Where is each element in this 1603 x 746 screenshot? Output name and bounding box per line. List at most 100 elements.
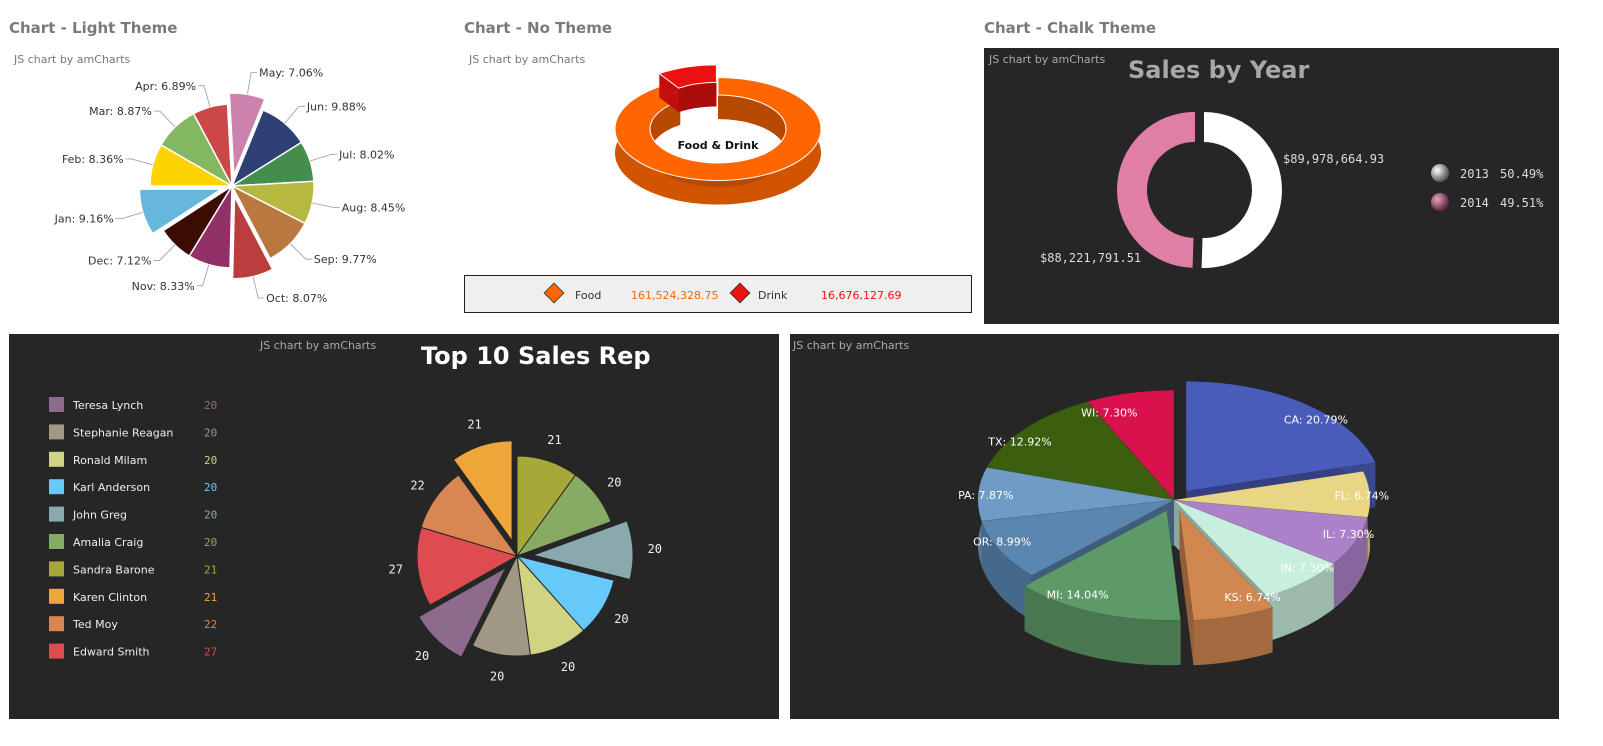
leader-line [309,153,338,162]
slice-label: MI: 14.04% [1047,588,1109,601]
leader-line [198,85,211,108]
legend-name[interactable]: Sandra Barone [73,563,155,576]
legend-drink-label[interactable]: Drink [758,289,787,302]
slice-label: Dec: 7.12% [88,255,151,268]
legend-name[interactable]: Ted Moy [72,618,118,631]
slice-label: Oct: 8.07% [266,292,327,305]
panel-sales-by-year: JS chart by amCharts Sales by Year $89,9… [984,48,1559,324]
leader-line [247,72,258,95]
slice-2014[interactable] [1117,111,1196,268]
slice-label: KS: 6.74% [1224,591,1280,604]
legend-value: 20 [204,509,217,522]
legend-swatch[interactable] [49,451,64,467]
slice-label: Feb: 8.36% [62,153,124,166]
panel-food-drink: JS chart by amCharts Food & Drink Food 1… [455,40,980,320]
slice-label: FL: 6.74% [1334,489,1389,502]
legend-name[interactable]: Karl Anderson [73,481,150,494]
legend-swatch[interactable] [49,643,64,659]
title-chalk-theme: Chart - Chalk Theme [984,19,1157,37]
leader-line [115,212,143,220]
legend-value: 21 [204,563,217,576]
leader-line [125,158,153,166]
panel-states: JS chart by amCharts CA: 20.79% FL: 6.74%… [790,334,1559,719]
legend-swatch[interactable] [49,506,64,522]
leader-line [196,264,210,287]
panel-top10-reps: JS chart by amCharts Top 10 Sales Rep Te… [9,334,779,719]
legend-food-value: 161,524,328.75 [631,289,719,302]
legend-value: 20 [204,454,217,467]
legend-2013-label[interactable]: 2013 [1460,167,1489,181]
top10-reps-chart: Teresa Lynch 20 Stephanie Reagan 20 Ronald M… [49,397,662,683]
slice-label: IL: 7.30% [1323,528,1375,541]
slice-label: May: 7.06% [259,67,323,80]
slice-label: Jun: 9.88% [306,100,366,113]
slice-label: Nov: 8.33% [132,280,195,293]
legend-swatch[interactable] [49,479,64,495]
legend-drink-value: 16,676,127.69 [821,289,902,302]
slice-2013[interactable] [1201,112,1283,268]
slice-value-label: 20 [614,612,628,626]
legend-value: 20 [204,481,217,494]
value-label-2014: $88,221,791.51 [1040,251,1142,265]
legend-2014-percent: 49.51% [1500,196,1544,210]
legend-swatch[interactable] [49,397,64,412]
slice-label: Mar: 8.87% [89,105,152,118]
legend-food-label[interactable]: Food [575,289,601,302]
legend-swatch[interactable] [49,616,64,632]
leader-line [284,105,305,124]
slice-label: Aug: 8.45% [342,202,406,215]
legend-value: 20 [204,426,217,439]
panel-light-pie: JS chart by amCharts Jan: 9.16% Feb: 8.36… [0,40,450,320]
slice-value-label: 27 [389,563,403,577]
value-label-2013: $89,978,664.93 [1283,152,1385,166]
legend-value: 20 [204,536,217,549]
legend-value: 21 [204,591,217,604]
legend-value: 20 [204,399,217,412]
legend-name[interactable]: Amalia Craig [73,536,143,549]
legend-swatch[interactable] [49,561,64,577]
legend-name[interactable]: Karen Clinton [73,591,147,604]
legend-value: 22 [204,618,217,631]
legend-2014-label[interactable]: 2014 [1460,196,1489,210]
slice-value-label: 20 [607,475,621,489]
slice-value-label: 20 [648,542,662,556]
legend-swatch[interactable] [49,534,64,549]
title-no-theme: Chart - No Theme [464,19,613,37]
slice-value-label: 21 [467,418,481,432]
slice-label: OR: 8.99% [973,535,1031,548]
legend-food-marker[interactable] [543,282,565,304]
slice-label: CA: 20.79% [1284,414,1348,427]
legend-name[interactable]: Edward Smith [73,646,150,659]
legend-name[interactable]: John Greg [72,509,127,522]
leader-line [153,244,176,261]
legend-marker-2013[interactable] [1431,164,1449,182]
slice-label: TX: 12.92% [987,436,1051,449]
legend-swatch[interactable] [49,588,64,604]
donut-center-label: Food & Drink [678,139,759,152]
slice-label: WI: 7.30% [1081,406,1137,419]
slice-value-label: 20 [415,649,429,663]
legend-name[interactable]: Stephanie Reagan [73,426,173,439]
sales-by-year-chart [1117,111,1449,268]
legend-name[interactable]: Teresa Lynch [72,399,143,412]
slice-value-label: 20 [490,669,504,683]
leader-line [153,110,176,128]
legend-name[interactable]: Ronald Milam [73,454,147,467]
slice-label: Sep: 9.77% [314,253,377,266]
leader-line [252,276,265,299]
slice-label: Jan: 9.16% [54,213,114,226]
legend-swatch[interactable] [49,424,64,440]
legend-drink-marker[interactable] [729,282,751,304]
leader-line [312,202,340,208]
slice-label: Jul: 8.02% [338,148,394,161]
slice-label: Apr: 6.89% [135,80,196,93]
slice-value-label: 22 [410,478,424,492]
light-pie-chart: Jan: 9.16% Feb: 8.36% Mar: 8.87% Apr: 6.89%… [54,67,406,305]
state-pie-chart: CA: 20.79% FL: 6.74% IL: 7.30% IN: 7.30% KS:… [958,381,1389,666]
leader-line [289,243,312,260]
legend-2013-percent: 50.49% [1500,167,1544,181]
slice-value-label: 20 [561,660,575,674]
slice-value-label: 21 [547,433,561,447]
legend-box: Food 161,524,328.75 Drink 16,676,127.69 [464,275,972,313]
legend-marker-2014[interactable] [1431,193,1449,211]
